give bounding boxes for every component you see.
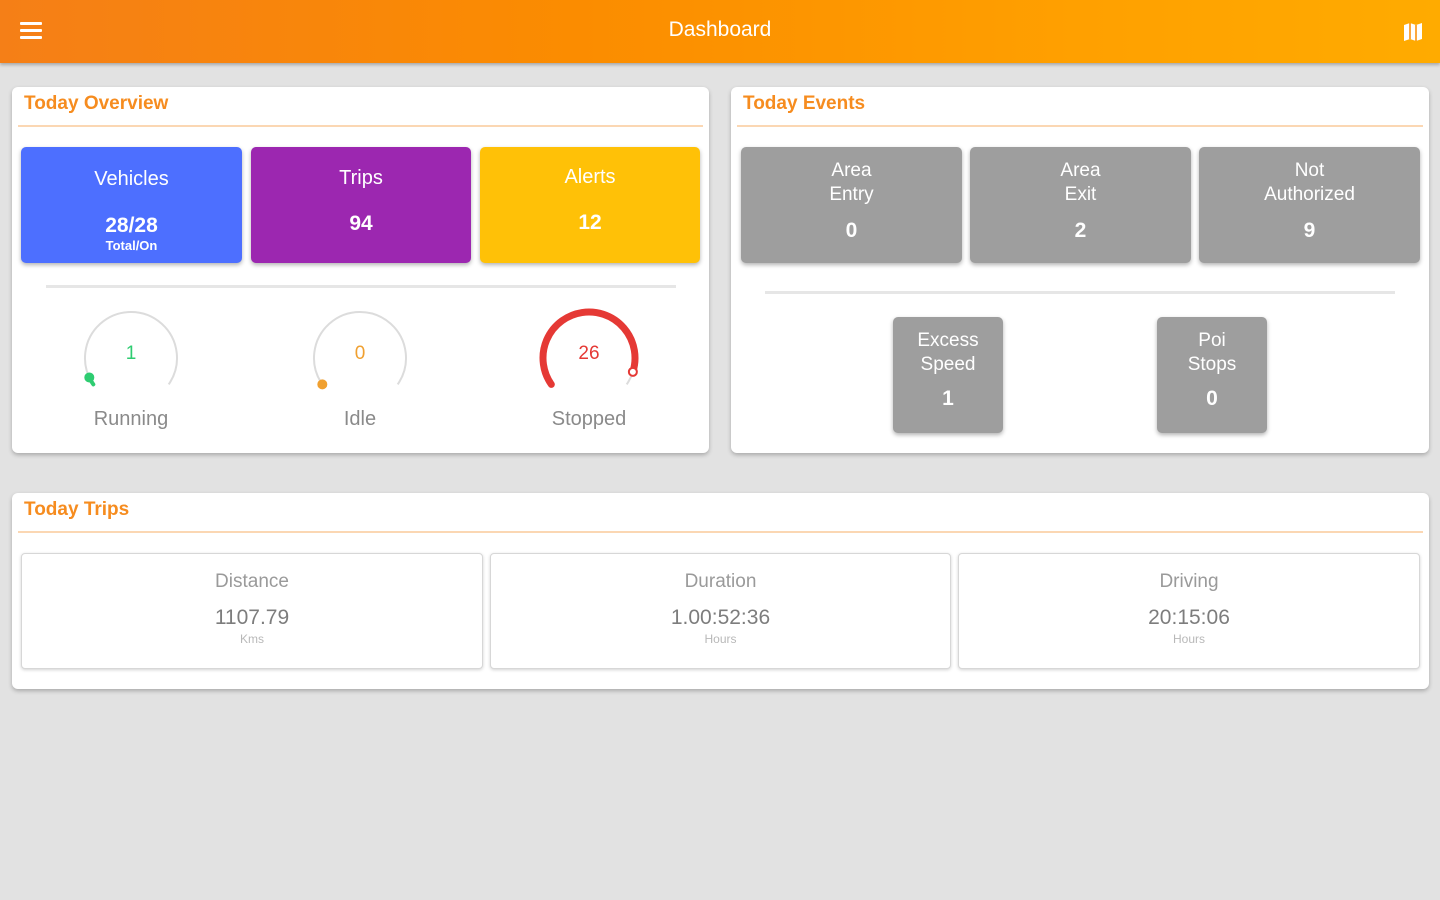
gauge-label: Stopped [551, 408, 627, 430]
duration-label: Duration [684, 571, 757, 592]
map-icon[interactable] [1402, 21, 1424, 43]
driving-value: 20:15:06 [1148, 606, 1230, 629]
trips-tile[interactable]: Trips 94 [251, 147, 471, 263]
poi-stops-label-1: Poi [1198, 330, 1226, 351]
today-trips-card: Today Trips Distance 1107.79 Kms Duratio… [12, 493, 1429, 689]
events-divider [765, 291, 1395, 294]
alerts-tile[interactable]: Alerts 12 [480, 147, 700, 263]
gauge-idle: 0 [305, 303, 415, 413]
excess-speed-label-1: Excess [917, 330, 979, 351]
trips-label: Trips [339, 167, 383, 189]
vehicles-value: 28/28 [105, 214, 158, 237]
area-exit-label-1: Area [1060, 160, 1101, 181]
gauge-value: 0 [354, 343, 366, 364]
title-divider [18, 531, 1423, 533]
gauge-stopped: 26 [534, 303, 644, 413]
title-divider [18, 125, 703, 127]
app-bar: Dashboard [0, 0, 1440, 63]
not-authorized-tile[interactable]: Not Authorized 9 [1199, 147, 1420, 263]
excess-speed-tile[interactable]: Excess Speed 1 [893, 317, 1003, 433]
duration-box[interactable]: Duration 1.00:52:36 Hours [490, 553, 951, 669]
duration-value: 1.00:52:36 [670, 606, 771, 629]
vehicles-tile[interactable]: Vehicles 28/28 Total/On [21, 147, 242, 263]
area-exit-tile[interactable]: Area Exit 2 [970, 147, 1191, 263]
area-entry-label-2: Entry [829, 184, 874, 205]
poi-stops-tile[interactable]: Poi Stops 0 [1157, 317, 1267, 433]
distance-unit: Kms [240, 632, 264, 646]
area-exit-value: 2 [1074, 219, 1087, 242]
today-trips-title: Today Trips [24, 499, 130, 520]
duration-unit: Hours [704, 632, 737, 646]
poi-stops-value: 0 [1206, 387, 1218, 410]
area-entry-tile[interactable]: Area Entry 0 [741, 147, 962, 263]
vehicles-label: Vehicles [94, 168, 169, 190]
not-authorized-value: 9 [1303, 219, 1316, 242]
distance-value: 1107.79 [214, 606, 290, 629]
alerts-value: 12 [578, 211, 602, 234]
distance-box[interactable]: Distance 1107.79 Kms [21, 553, 483, 669]
gauge-label: Idle [343, 408, 377, 430]
today-overview-title: Today Overview [24, 93, 169, 114]
gauge-running: 1 [76, 303, 186, 413]
not-authorized-label-1: Not [1294, 160, 1325, 181]
gauge-label: Running [93, 408, 169, 430]
today-events-card: Today Events Area Entry 0 Area Exit 2 Not A… [731, 87, 1429, 453]
driving-box[interactable]: Driving 20:15:06 Hours [958, 553, 1420, 669]
trips-value: 94 [349, 212, 373, 235]
gauge-value: 1 [125, 343, 137, 364]
area-entry-label-1: Area [831, 160, 872, 181]
page-title: Dashboard [668, 18, 772, 41]
excess-speed-value: 1 [942, 387, 954, 410]
area-entry-value: 0 [845, 219, 858, 242]
overview-divider [46, 285, 676, 288]
driving-label: Driving [1159, 571, 1219, 592]
gauge-knob [627, 366, 638, 377]
excess-speed-label-2: Speed [920, 354, 976, 375]
today-events-title: Today Events [743, 93, 866, 114]
alerts-label: Alerts [564, 166, 616, 188]
today-overview-card: Today Overview Vehicles 28/28 Total/On T… [12, 87, 709, 453]
title-divider [737, 125, 1423, 127]
distance-label: Distance [215, 571, 289, 592]
not-authorized-label-2: Authorized [1264, 184, 1355, 205]
gauge-value: 26 [578, 343, 600, 364]
poi-stops-label-2: Stops [1187, 354, 1237, 375]
gauge-knob [84, 372, 95, 383]
vehicles-sub: Total/On [105, 238, 158, 253]
driving-unit: Hours [1172, 632, 1205, 646]
area-exit-label-2: Exit [1064, 184, 1097, 205]
gauge-knob [317, 379, 328, 390]
